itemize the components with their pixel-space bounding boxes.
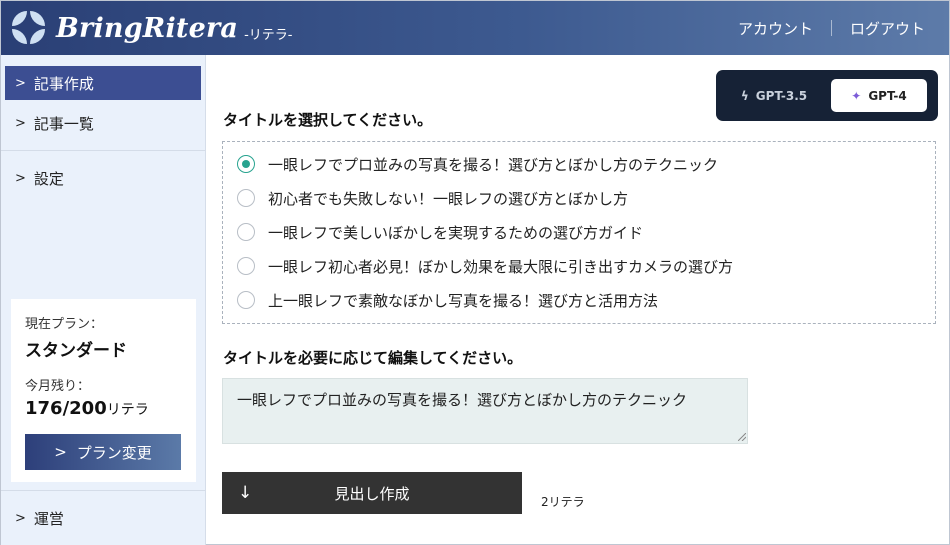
title-option[interactable]: 上一眼レフで素敵なぼかし写真を撮る！選び方と活用方法 xyxy=(237,288,658,312)
chevron-right-icon: > xyxy=(15,115,26,131)
sidebar-item-label: 運営 xyxy=(33,509,64,528)
logout-link[interactable]: ログアウト xyxy=(850,18,925,39)
radio-button[interactable] xyxy=(237,223,255,241)
model-option-gpt35[interactable]: ϟ GPT-3.5 xyxy=(726,79,822,112)
radio-button[interactable] xyxy=(237,257,255,275)
bolt-icon: ϟ xyxy=(740,88,749,103)
model-option-label: GPT-3.5 xyxy=(755,88,808,103)
logo[interactable]: BringRitera -リテラ- xyxy=(11,10,292,46)
generate-headings-label: 見出し作成 xyxy=(334,484,410,503)
title-option-text: 一眼レフで美しいぼかしを実現するための選び方ガイド xyxy=(268,223,644,242)
sidebar: > 記事作成 > 記事一覧 > 設定 現在プラン： スタンダード 今月残り： 1… xyxy=(1,55,206,545)
logo-text: BringRitera xyxy=(56,12,239,44)
radio-button[interactable] xyxy=(237,291,255,309)
sidebar-item-operations[interactable]: > 運営 xyxy=(5,501,201,535)
edit-title-heading: タイトルを必要に応じて編集してください。 xyxy=(223,349,523,367)
chevron-right-icon: > xyxy=(15,170,26,186)
app-header: BringRitera -リテラ- アカウント ログアウト xyxy=(1,1,949,55)
remaining-unit: リテラ xyxy=(106,402,149,418)
header-nav: アカウント ログアウト xyxy=(738,1,925,55)
title-option-text: 初心者でも失敗しない！一眼レフの選び方とぼかし方 xyxy=(268,189,629,208)
logo-leaf-icon xyxy=(11,10,47,46)
sidebar-item-label: 記事一覧 xyxy=(33,114,94,133)
credit-cost: 2リテラ xyxy=(541,495,585,509)
plan-panel: 現在プラン： スタンダード 今月残り： 176/200リテラ > プラン変更 xyxy=(11,299,196,482)
remaining-value: 176/200 xyxy=(25,398,107,419)
change-plan-button[interactable]: > プラン変更 xyxy=(25,434,181,470)
title-option-text: 上一眼レフで素敵なぼかし写真を撮る！選び方と活用方法 xyxy=(268,291,659,310)
title-option[interactable]: 一眼レフ初心者必見！ぼかし効果を最大限に引き出すカメラの選び方 xyxy=(237,254,733,278)
radio-button[interactable] xyxy=(237,189,255,207)
sidebar-item-label: 記事作成 xyxy=(33,74,94,93)
model-toggle: ϟ GPT-3.5 ✦ GPT-4 xyxy=(716,70,938,121)
title-options-group: 一眼レフでプロ並みの写真を撮る！選び方とぼかし方のテクニック 初心者でも失敗しな… xyxy=(222,141,936,324)
model-option-label: GPT-4 xyxy=(868,88,907,103)
current-plan-name: スタンダード xyxy=(25,341,127,361)
radio-button[interactable] xyxy=(237,155,255,173)
current-plan-label: 現在プラン： xyxy=(25,317,104,332)
remaining-label: 今月残り： xyxy=(25,379,91,394)
sidebar-divider xyxy=(1,490,206,491)
sidebar-item-article-list[interactable]: > 記事一覧 xyxy=(5,106,201,140)
chevron-right-icon: > xyxy=(15,75,26,91)
select-title-heading: タイトルを選択してください。 xyxy=(223,111,433,129)
sidebar-item-settings[interactable]: > 設定 xyxy=(5,161,201,195)
title-option[interactable]: 一眼レフで美しいぼかしを実現するための選び方ガイド xyxy=(237,220,643,244)
title-edit-textarea[interactable]: 一眼レフでプロ並みの写真を撮る！選び方とぼかし方のテクニック xyxy=(222,378,748,444)
title-option-text: 一眼レフ初心者必見！ぼかし効果を最大限に引き出すカメラの選び方 xyxy=(268,257,734,276)
sidebar-item-create-article[interactable]: > 記事作成 xyxy=(5,66,201,100)
remaining-credits: 176/200リテラ xyxy=(25,398,182,419)
account-link[interactable]: アカウント xyxy=(738,18,813,39)
resize-grip-icon[interactable] xyxy=(738,433,746,441)
change-plan-label: プラン変更 xyxy=(76,443,152,462)
chevron-right-icon: > xyxy=(15,510,26,526)
generate-headings-button[interactable]: ↓ 見出し作成 xyxy=(222,472,522,514)
title-option[interactable]: 初心者でも失敗しない！一眼レフの選び方とぼかし方 xyxy=(237,186,628,210)
sidebar-item-label: 設定 xyxy=(33,169,64,188)
sidebar-divider xyxy=(1,150,206,151)
chevron-right-icon: > xyxy=(54,443,67,461)
sparkle-icon: ✦ xyxy=(851,88,862,103)
title-option[interactable]: 一眼レフでプロ並みの写真を撮る！選び方とぼかし方のテクニック xyxy=(237,152,718,176)
nav-divider xyxy=(830,20,832,36)
model-option-gpt4[interactable]: ✦ GPT-4 xyxy=(831,79,927,112)
title-option-text: 一眼レフでプロ並みの写真を撮る！選び方とぼかし方のテクニック xyxy=(268,155,719,174)
logo-subtitle: -リテラ- xyxy=(244,27,293,43)
